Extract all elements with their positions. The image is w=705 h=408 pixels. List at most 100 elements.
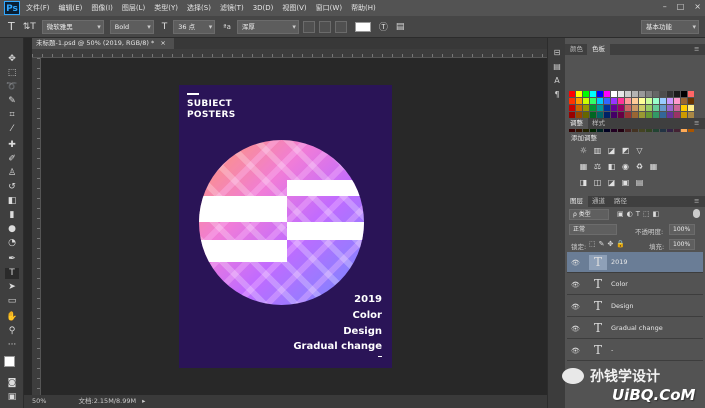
menu-image[interactable]: 图像(I) xyxy=(91,3,113,13)
hand-tool-icon[interactable]: ✋ xyxy=(5,312,19,323)
black-white-icon[interactable]: ◧ xyxy=(607,162,616,171)
close-tab-icon[interactable]: × xyxy=(160,39,165,47)
color-swatch[interactable] xyxy=(653,98,659,104)
tab-adjustments[interactable]: 调整 xyxy=(565,118,588,129)
menu-type[interactable]: 类型(Y) xyxy=(154,3,178,13)
photo-filter-icon[interactable]: ◉ xyxy=(621,162,630,171)
workspace-dropdown[interactable]: 基本功能 xyxy=(641,20,699,34)
align-right-button[interactable] xyxy=(334,20,347,33)
align-center-button[interactable] xyxy=(318,20,331,33)
filter-toggle[interactable] xyxy=(693,209,700,218)
color-swatch[interactable] xyxy=(590,105,596,111)
history-brush-tool-icon[interactable]: ↺ xyxy=(5,182,19,193)
visibility-eye-icon[interactable]: 👁 xyxy=(571,281,580,289)
text-orientation-icon[interactable]: ⇅T xyxy=(23,22,36,32)
more-tools-icon[interactable]: ··· xyxy=(5,340,19,351)
color-swatch[interactable] xyxy=(688,105,694,111)
zoom-tool-icon[interactable]: ⚲ xyxy=(5,326,19,337)
color-swatch[interactable] xyxy=(681,91,687,97)
lasso-tool-icon[interactable]: ➰ xyxy=(5,82,19,93)
hue-saturation-icon[interactable]: ▦ xyxy=(579,162,588,171)
blur-tool-icon[interactable]: ● xyxy=(5,224,19,235)
color-swatch[interactable] xyxy=(597,105,603,111)
minimize-icon[interactable]: – xyxy=(663,2,667,11)
tab-paths[interactable]: 路径 xyxy=(609,196,632,207)
selective-color-icon[interactable]: ▣ xyxy=(621,178,630,187)
move-tool-icon[interactable]: ✥ xyxy=(5,54,19,65)
character-panel-icon[interactable]: ▤ xyxy=(396,22,405,32)
rectangle-tool-icon[interactable]: ▭ xyxy=(5,296,19,307)
poster-artboard[interactable]: SUBIECT POSTERS 2019 Color Design Gradua… xyxy=(179,85,392,368)
align-left-button[interactable] xyxy=(302,20,315,33)
clone-stamp-tool-icon[interactable]: ♙ xyxy=(5,168,19,179)
font-size-dropdown[interactable]: 36 点 xyxy=(173,19,216,34)
color-swatch[interactable] xyxy=(618,105,624,111)
color-swatch[interactable] xyxy=(604,105,610,111)
tab-layers[interactable]: 图层 xyxy=(565,196,588,207)
color-swatch[interactable] xyxy=(590,98,596,104)
blend-mode-dropdown[interactable]: 正常 xyxy=(569,224,617,235)
tab-color[interactable]: 颜色 xyxy=(565,44,588,55)
text-color-swatch[interactable] xyxy=(354,21,371,32)
color-swatch[interactable] xyxy=(674,91,680,97)
color-swatch[interactable] xyxy=(618,91,624,97)
type-tool-icon[interactable]: T xyxy=(8,20,15,33)
menu-layer[interactable]: 图层(L) xyxy=(122,3,145,13)
layer-row[interactable]: 👁 T - xyxy=(567,340,703,361)
color-swatch[interactable] xyxy=(667,91,673,97)
color-swatch[interactable] xyxy=(646,98,652,104)
vibrance-icon[interactable]: ▽ xyxy=(635,146,644,155)
layer-row[interactable]: 👁 T 2019 xyxy=(567,252,703,273)
channel-mixer-icon[interactable]: ♻ xyxy=(635,162,644,171)
visibility-eye-icon[interactable]: 👁 xyxy=(571,325,580,333)
menu-help[interactable]: 帮助(H) xyxy=(351,3,376,13)
panel-menu-icon[interactable]: ≡ xyxy=(689,196,704,207)
gradient-map-icon[interactable]: ▤ xyxy=(635,178,644,187)
color-swatch[interactable] xyxy=(583,98,589,104)
color-swatch[interactable] xyxy=(674,105,680,111)
color-swatch[interactable] xyxy=(576,105,582,111)
tab-styles[interactable]: 样式 xyxy=(587,118,610,129)
history-icon[interactable]: ⊟ xyxy=(552,48,562,58)
exposure-icon[interactable]: ◩ xyxy=(621,146,630,155)
color-swatch[interactable] xyxy=(639,91,645,97)
color-swatch[interactable] xyxy=(632,98,638,104)
color-swatch[interactable] xyxy=(660,98,666,104)
brightness-icon[interactable]: ☼ xyxy=(579,146,588,155)
font-style-dropdown[interactable]: Bold xyxy=(109,19,154,34)
fill-input[interactable]: 100% xyxy=(669,239,695,250)
color-swatch[interactable] xyxy=(590,91,596,97)
color-lookup-icon[interactable]: ▦ xyxy=(649,162,658,171)
menu-window[interactable]: 窗口(W) xyxy=(316,3,342,13)
eraser-tool-icon[interactable]: ◧ xyxy=(5,196,19,207)
menu-filter[interactable]: 滤镜(T) xyxy=(220,3,244,13)
color-swatch[interactable] xyxy=(569,105,575,111)
color-swatch[interactable] xyxy=(688,98,694,104)
color-swatch[interactable] xyxy=(660,91,666,97)
color-swatch[interactable] xyxy=(660,105,666,111)
color-swatch[interactable] xyxy=(653,91,659,97)
color-swatch[interactable] xyxy=(625,105,631,111)
healing-brush-tool-icon[interactable]: ✚ xyxy=(5,140,19,151)
color-swatch[interactable] xyxy=(604,98,610,104)
lock-icons[interactable]: ⬚✎✥🔒 xyxy=(589,240,628,248)
menu-edit[interactable]: 编辑(E) xyxy=(59,3,83,13)
path-select-tool-icon[interactable]: ➤ xyxy=(5,282,19,293)
color-swatch[interactable] xyxy=(611,105,617,111)
font-family-dropdown[interactable]: 微软雅黑 xyxy=(41,19,104,34)
color-swatch[interactable] xyxy=(583,91,589,97)
color-swatch[interactable] xyxy=(625,98,631,104)
screen-mode-icon[interactable]: ▣ xyxy=(5,392,19,403)
menu-3d[interactable]: 3D(D) xyxy=(253,4,274,12)
color-swatch[interactable] xyxy=(604,91,610,97)
properties-icon[interactable]: ▤ xyxy=(552,62,562,72)
opacity-input[interactable]: 100% xyxy=(669,224,695,235)
levels-icon[interactable]: ▥ xyxy=(593,146,602,155)
visibility-eye-icon[interactable]: 👁 xyxy=(571,347,580,355)
color-swatch[interactable] xyxy=(583,105,589,111)
color-swatch[interactable] xyxy=(632,105,638,111)
panel-menu-icon[interactable]: ≡ xyxy=(689,44,704,55)
posterize-icon[interactable]: ◫ xyxy=(593,178,602,187)
dodge-tool-icon[interactable]: ◔ xyxy=(5,238,19,249)
brush-tool-icon[interactable]: ✐ xyxy=(5,154,19,165)
